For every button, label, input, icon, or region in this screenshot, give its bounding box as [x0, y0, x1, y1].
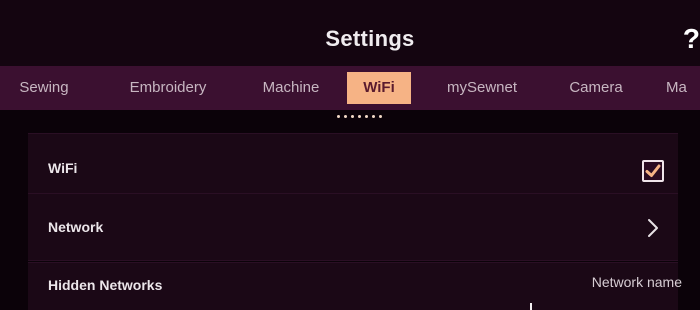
tab-embroidery[interactable]: Embroidery: [116, 72, 220, 104]
header-bar: Settings ?: [0, 0, 700, 66]
page-dot: [358, 115, 361, 118]
wifi-label: WiFi: [48, 160, 78, 176]
help-button[interactable]: ?: [674, 22, 700, 56]
text-cursor: [530, 303, 532, 310]
tab-sewing[interactable]: Sewing: [0, 72, 88, 104]
page-dot: [379, 115, 382, 118]
tab-camera[interactable]: Camera: [553, 72, 639, 104]
page-dot: [372, 115, 375, 118]
settings-screen: Settings ? Sewing Embroidery Machine WiF…: [0, 0, 700, 310]
network-row[interactable]: Network: [28, 193, 678, 261]
tab-mysewnet[interactable]: mySewnet: [432, 72, 532, 104]
network-label: Network: [48, 219, 104, 235]
network-name-field-label: Network name: [591, 274, 682, 290]
hidden-networks-label: Hidden Networks: [48, 277, 163, 293]
checkmark-icon: [645, 164, 661, 177]
page-dot: [337, 115, 340, 118]
wifi-checkbox[interactable]: [642, 160, 664, 182]
page-title: Settings: [325, 26, 415, 51]
page-indicator: [337, 115, 382, 121]
tab-more[interactable]: Ma: [666, 72, 700, 104]
tab-bar: Sewing Embroidery Machine WiFi mySewnet …: [0, 66, 700, 110]
hidden-networks-row: Hidden Networks: [28, 262, 678, 310]
page-dot: [351, 115, 354, 118]
tab-machine[interactable]: Machine: [246, 72, 336, 104]
chevron-right-icon[interactable]: [646, 218, 660, 238]
page-dot: [344, 115, 347, 118]
page-dot: [365, 115, 368, 118]
tab-wifi[interactable]: WiFi: [347, 72, 411, 104]
